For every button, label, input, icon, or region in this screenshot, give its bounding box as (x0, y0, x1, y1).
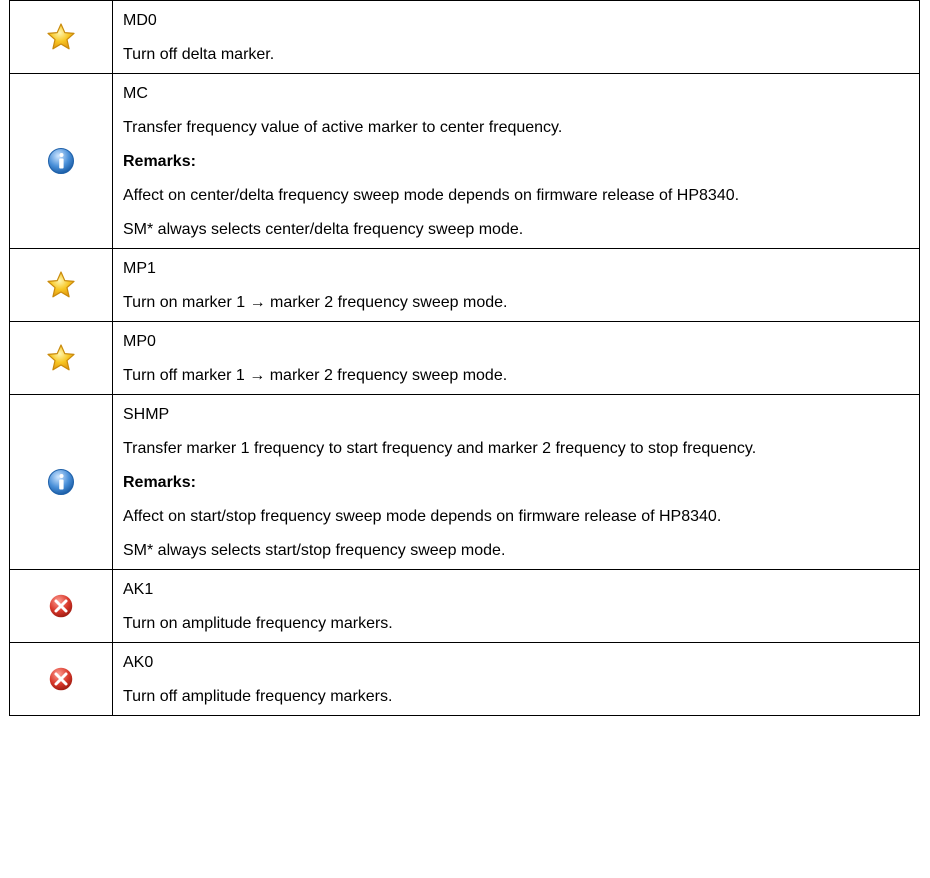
description-text: SM* always selects center/delta frequenc… (123, 221, 524, 238)
icon-cell (9, 642, 113, 716)
description-text: Transfer frequency value of active marke… (123, 119, 563, 136)
description-text: Affect on center/delta frequency sweep m… (123, 187, 740, 204)
description-cell: SHMP Transfer marker 1 frequency to start… (112, 394, 920, 570)
description-cell: MD0 Turn off delta marker. (112, 0, 920, 74)
command-name: AK1 (123, 581, 154, 598)
remarks-heading: Remarks: (123, 153, 196, 170)
icon-cell (9, 73, 113, 249)
description-text: Turn off marker 1 → marker 2 frequency s… (123, 367, 508, 384)
command-name: MD0 (123, 12, 157, 29)
error-icon (46, 591, 76, 621)
description-text: SM* always selects start/stop frequency … (123, 542, 506, 559)
table-row: SHMP Transfer marker 1 frequency to start… (9, 394, 920, 570)
command-name: MC (123, 85, 148, 102)
command-table: MD0 Turn off delta marker. MC Transfer freq… (9, 0, 920, 716)
description-text: Turn on amplitude frequency markers. (123, 615, 393, 632)
command-name: MP1 (123, 260, 156, 277)
description-cell: MP1 Turn on marker 1 → marker 2 frequency… (112, 248, 920, 322)
table-row: MP1 Turn on marker 1 → marker 2 frequency… (9, 248, 920, 322)
description-cell: AK1 Turn on amplitude frequency markers. (112, 569, 920, 643)
icon-cell (9, 321, 113, 395)
command-name: AK0 (123, 654, 154, 671)
command-table-body: MD0 Turn off delta marker. MC Transfer freq… (9, 0, 920, 716)
star-icon (46, 22, 76, 52)
icon-cell (9, 394, 113, 570)
description-text: Turn off delta marker. (123, 46, 275, 63)
command-name: MP0 (123, 333, 156, 350)
star-icon (46, 270, 76, 300)
description-text: Turn on marker 1 → marker 2 frequency sw… (123, 294, 508, 311)
icon-cell (9, 569, 113, 643)
icon-cell (9, 0, 113, 74)
table-row: MC Transfer frequency value of active mar… (9, 73, 920, 249)
description-cell: MP0 Turn off marker 1 → marker 2 frequenc… (112, 321, 920, 395)
icon-cell (9, 248, 113, 322)
command-name: SHMP (123, 406, 170, 423)
description-text: Transfer marker 1 frequency to start fre… (123, 440, 757, 457)
star-icon (46, 343, 76, 373)
remarks-heading: Remarks: (123, 474, 196, 491)
table-row: MD0 Turn off delta marker. (9, 0, 920, 74)
table-row: MP0 Turn off marker 1 → marker 2 frequenc… (9, 321, 920, 395)
info-icon (46, 467, 76, 497)
table-row: AK1 Turn on amplitude frequency markers. (9, 569, 920, 643)
description-cell: MC Transfer frequency value of active mar… (112, 73, 920, 249)
error-icon (46, 664, 76, 694)
description-cell: AK0 Turn off amplitude frequency markers. (112, 642, 920, 716)
table-row: AK0 Turn off amplitude frequency markers. (9, 642, 920, 716)
description-text: Turn off amplitude frequency markers. (123, 688, 393, 705)
info-icon (46, 146, 76, 176)
description-text: Affect on start/stop frequency sweep mod… (123, 508, 722, 525)
